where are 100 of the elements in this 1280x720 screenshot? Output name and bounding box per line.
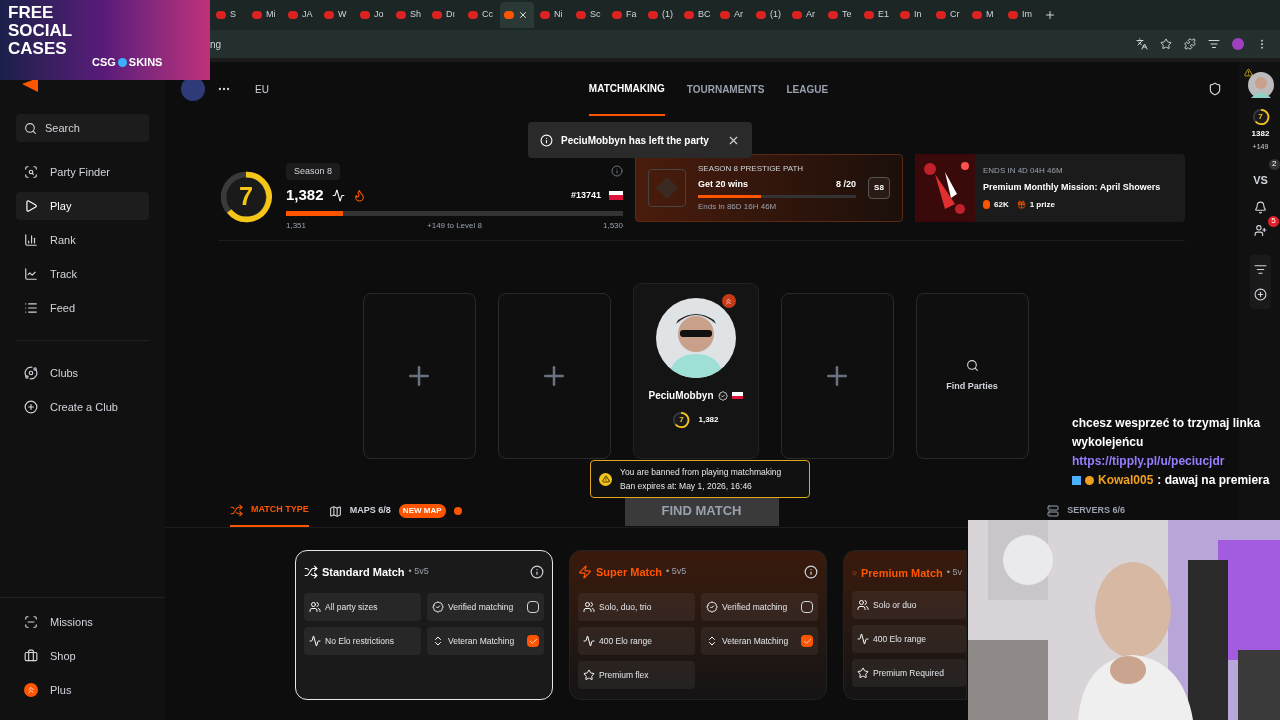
match-tab[interactable]: SERVERS 6/6 [1047,504,1125,518]
elo-value: 1,382 [286,185,324,205]
feature-chip: Solo or duo [852,591,966,619]
feature-chip: Premium Required [852,659,966,687]
browser-tab[interactable]: Fa [608,2,642,28]
browser-tab[interactable]: Cc [464,2,498,28]
match-mode: • 5v5 [666,565,687,579]
ban-expiry: Ban expires at: May 1, 2026, 16:46 [620,480,753,493]
browser-tab[interactable]: Cr [932,2,966,28]
season-badge: S8 [868,177,890,199]
promo-brand: SKINS [128,55,163,70]
elo-to-next: +149 to Level 8 [427,219,482,232]
rail-elo: 1382 [1251,128,1270,140]
search-field[interactable]: Search [16,114,149,142]
player-slot[interactable]: PeciuMobbyn 7 1,382 [632,283,759,459]
feature-chip[interactable]: Veteran Matching [427,627,544,655]
browser-tab[interactable]: (1) [752,2,786,28]
chat-username[interactable]: Kowal005 [1098,471,1154,490]
address-field[interactable]: ng [210,36,1124,52]
new-badge: NEW MAP [398,504,446,518]
feature-chip: All party sizes [304,593,421,621]
player-name[interactable]: PeciuMobbyn [648,388,714,403]
chat-message: chcesz wesprzeć to trzymaj linka wykolejeńcu [1072,415,1262,451]
find-parties-slot[interactable]: Find Parties [915,293,1029,459]
prestige-ends: Ends in 86D 16H 46M [698,200,778,213]
browser-tab[interactable]: Ar [788,2,822,28]
prestige-label: SEASON 8 PRESTIGE PATH [698,163,805,176]
feature-chip[interactable]: Veteran Matching [701,627,818,655]
browser-tab[interactable]: E1 [860,2,894,28]
browser-tab[interactable]: In [896,2,930,28]
browser-tab[interactable]: Te [824,2,858,28]
ban-message: You are banned from playing matchmaking [620,466,782,479]
sidebar-item[interactable]: Rank [16,226,149,254]
sidebar-item[interactable]: Play [16,192,149,220]
region-label: EU [255,82,269,97]
browser-tab[interactable]: W [320,2,354,28]
rank-value: #13741 [570,188,601,202]
browser-tab[interactable]: BC [680,2,714,28]
browser-tab[interactable]: Jo [356,2,390,28]
level-badge: 7 [1251,108,1270,126]
browser-tab[interactable]: Sh [392,2,426,28]
browser-tab[interactable]: Ni [536,2,570,28]
browser-tab[interactable]: Dı [428,2,462,28]
browser-tab[interactable]: Ar [716,2,750,28]
prestige-count: 8 /20 [835,178,856,192]
mission-prize: 1 prize [1029,198,1056,211]
elo-max: 1,530 [602,219,623,232]
feature-chip: Solo, duo, trio [578,593,695,621]
level-badge: 7 [218,169,274,225]
feature-chip[interactable]: Verified matching [427,593,544,621]
find-parties-label: Find Parties [946,379,998,393]
prestige-card[interactable]: SEASON 8 PRESTIGE PATH Get 20 wins 8 /20 Ends in 86D 16H 46M S8 [635,154,903,222]
nav-tab[interactable]: TOURNAMENTS [686,62,765,116]
chat-message: : dawaj na premiera [1157,472,1270,489]
player-elo: 1,382 [698,414,719,426]
feature-chip: Premium flex [578,661,695,689]
elo-min: 1,351 [286,219,307,232]
sidebar-item[interactable]: Party Finder [16,158,149,186]
nav-tab[interactable]: LEAGUE [786,62,829,116]
match-mode: • 5v [946,566,962,580]
browser-tab[interactable]: Im [1004,2,1038,28]
sidebar-item[interactable]: Shop [16,642,149,670]
count-badge: 5 [1268,215,1279,227]
sidebar-item[interactable]: Create a Club [16,393,149,421]
browser-tab[interactable]: Mi [248,2,282,28]
match-tab[interactable]: MATCH TYPE [230,495,309,527]
match-type-title: Standard Match [322,564,405,580]
prestige-title: Get 20 wins [698,178,749,192]
match-type-card[interactable]: Premium Match • 5v Solo or duo 400 Elo range Premium Required [843,550,967,700]
feature-chip[interactable]: Verified matching [701,593,818,621]
browser-tab[interactable]: (1) [644,2,678,28]
match-type-title: Super Match [596,564,662,580]
sidebar-item[interactable]: Feed [16,294,149,322]
sidebar-item[interactable]: Plus [16,676,149,704]
toast-message: PeciuMobbyn has left the party [561,133,710,148]
nav-tab[interactable]: MATCHMAKING [588,62,665,116]
count-badge: 2 [1268,158,1280,170]
browser-tab[interactable]: S [212,2,246,28]
match-mode: • 5v5 [408,565,429,579]
match-type-card[interactable]: Super Match • 5v5 Solo, duo, trio Verified matching 400 Elo range Veteran Matching Premium flex [569,550,827,700]
match-type-title: Premium Match [860,565,943,581]
browser-tab[interactable]: JA [284,2,318,28]
match-type-card[interactable]: Standard Match • 5v5 All party sizes Verified matching No Elo restrictions Veteran Matching [295,550,553,700]
sidebar-item[interactable]: Clubs [16,359,149,387]
feature-chip: No Elo restrictions [304,627,421,655]
versus-label[interactable]: VS [1253,173,1268,186]
mission-ends: ENDS IN 4D 04H 46M [983,165,1064,178]
mission-card[interactable]: ENDS IN 4D 04H 46M Premium Monthly Mission: April Showers 62K 1 prize [915,154,1185,222]
mission-points: 62K [994,198,1009,211]
sidebar-item[interactable]: Missions [16,608,149,636]
match-tab[interactable]: MAPS 6/8 NEW MAP [328,495,462,527]
promo-brand: CSG [92,55,116,70]
feature-chip: 400 Elo range [578,627,695,655]
browser-tab[interactable]: M [968,2,1002,28]
feature-chip: 400 Elo range [852,625,966,653]
browser-tab[interactable]: Sc [572,2,606,28]
mission-title: Premium Monthly Mission: April Showers [983,181,1161,195]
chat-link[interactable]: https://tipply.pl/u/peciucjdr [1072,452,1272,471]
season-label: Season 8 [286,162,341,180]
sidebar-item[interactable]: Track [16,260,149,288]
